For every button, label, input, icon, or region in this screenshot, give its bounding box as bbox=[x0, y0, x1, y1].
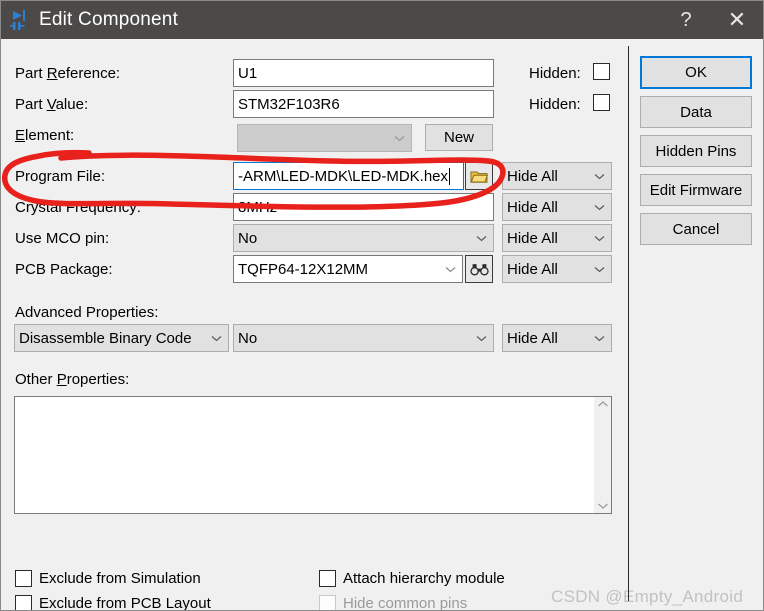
part-reference-label: Part Reference: bbox=[15, 65, 121, 82]
text-caret bbox=[449, 167, 451, 185]
chevron-down-icon bbox=[391, 125, 407, 151]
scroll-down-icon[interactable] bbox=[597, 502, 609, 510]
edit-component-dialog: Edit Component ? ✕ Part Reference: U1 Hi… bbox=[0, 0, 764, 611]
pcb-package-combo[interactable]: TQFP64-12X12MM bbox=[233, 255, 463, 283]
advanced-property-name-value: Disassemble Binary Code bbox=[19, 329, 192, 347]
chevron-down-icon bbox=[591, 163, 607, 189]
dialog-body: Part Reference: U1 Hidden: Part Value: S… bbox=[1, 39, 763, 610]
part-reference-input[interactable]: U1 bbox=[233, 59, 494, 87]
label-attach-hierarchy-module: Attach hierarchy module bbox=[343, 570, 505, 587]
checkbox-exclude-from-simulation[interactable] bbox=[15, 570, 32, 587]
title-bar: Edit Component ? ✕ bbox=[1, 1, 763, 39]
crystal-frequency-label: Crystal Frequency: bbox=[15, 199, 141, 216]
program-file-input[interactable]: -ARM\LED-MDK\LED-MDK.hex bbox=[233, 162, 464, 190]
cancel-button[interactable]: Cancel bbox=[640, 213, 752, 245]
panel-separator bbox=[628, 46, 629, 601]
folder-icon bbox=[470, 171, 488, 183]
new-element-button[interactable]: New bbox=[425, 124, 493, 151]
chevron-down-icon bbox=[208, 325, 224, 351]
ok-button[interactable]: OK bbox=[640, 56, 752, 89]
program-file-label: Program File: bbox=[15, 168, 106, 185]
other-properties-scrollbar[interactable] bbox=[594, 397, 611, 513]
use-mco-pin-hide-combo[interactable]: Hide All bbox=[502, 224, 612, 252]
binoculars-icon bbox=[469, 263, 489, 275]
program-file-value: -ARM\LED-MDK\LED-MDK.hex bbox=[238, 167, 449, 185]
crystal-frequency-hide-combo[interactable]: Hide All bbox=[502, 193, 612, 221]
use-mco-pin-value: No bbox=[238, 229, 258, 247]
label-hide-common-pins: Hide common pins bbox=[343, 595, 468, 611]
part-value-value: STM32F103R6 bbox=[238, 95, 340, 113]
scroll-up-icon[interactable] bbox=[597, 400, 609, 408]
chevron-down-icon bbox=[591, 325, 607, 351]
part-value-hidden-label: Hidden: bbox=[529, 96, 581, 113]
chevron-down-icon bbox=[591, 256, 607, 282]
program-file-hide-value: Hide All bbox=[507, 167, 558, 185]
advanced-properties-label: Advanced Properties: bbox=[15, 304, 159, 321]
element-label: Element: bbox=[15, 127, 75, 144]
advanced-properties-hide-value: Hide All bbox=[507, 329, 558, 347]
part-value-label: Part Value: bbox=[15, 96, 89, 113]
checkbox-exclude-from-pcb-layout[interactable] bbox=[15, 595, 32, 610]
part-reference-hidden-label: Hidden: bbox=[529, 65, 581, 82]
checkbox-attach-hierarchy-module[interactable] bbox=[319, 570, 336, 587]
use-mco-pin-hide-value: Hide All bbox=[507, 229, 558, 247]
crystal-frequency-value: 8MHz bbox=[238, 198, 278, 216]
advanced-property-value-combo[interactable]: No bbox=[233, 324, 494, 352]
chevron-down-icon bbox=[591, 225, 607, 251]
chevron-down-icon bbox=[442, 256, 458, 282]
pcb-package-value: TQFP64-12X12MM bbox=[238, 260, 369, 278]
part-reference-value: U1 bbox=[238, 64, 258, 82]
label-exclude-from-simulation: Exclude from Simulation bbox=[39, 570, 201, 587]
hidden-pins-button[interactable]: Hidden Pins bbox=[640, 135, 752, 167]
advanced-properties-hide-combo[interactable]: Hide All bbox=[502, 324, 612, 352]
edit-firmware-button[interactable]: Edit Firmware bbox=[640, 174, 752, 206]
part-value-hidden-checkbox[interactable] bbox=[593, 94, 610, 111]
crystal-frequency-input[interactable]: 8MHz bbox=[233, 193, 494, 221]
chevron-down-icon bbox=[473, 225, 489, 251]
pcb-package-hide-value: Hide All bbox=[507, 260, 558, 278]
part-reference-hidden-checkbox[interactable] bbox=[593, 63, 610, 80]
element-combo[interactable] bbox=[237, 124, 412, 152]
use-mco-pin-combo[interactable]: No bbox=[233, 224, 494, 252]
use-mco-pin-label: Use MCO pin: bbox=[15, 230, 110, 247]
advanced-property-value: No bbox=[238, 329, 258, 347]
watermark: CSDN @Empty_Android bbox=[551, 587, 744, 606]
chevron-down-icon bbox=[591, 194, 607, 220]
other-properties-text[interactable] bbox=[15, 397, 594, 513]
program-file-browse-button[interactable] bbox=[465, 162, 493, 190]
pcb-package-hide-combo[interactable]: Hide All bbox=[502, 255, 612, 283]
program-file-hide-combo[interactable]: Hide All bbox=[502, 162, 612, 190]
component-icon bbox=[9, 9, 31, 31]
data-button[interactable]: Data bbox=[640, 96, 752, 128]
pcb-package-label: PCB Package: bbox=[15, 261, 113, 278]
close-button[interactable]: ✕ bbox=[709, 1, 763, 39]
chevron-down-icon bbox=[473, 325, 489, 351]
pcb-package-search-button[interactable] bbox=[465, 255, 493, 283]
help-button[interactable]: ? bbox=[663, 1, 709, 39]
crystal-frequency-hide-value: Hide All bbox=[507, 198, 558, 216]
other-properties-textarea[interactable] bbox=[14, 396, 612, 514]
checkbox-hide-common-pins bbox=[319, 595, 336, 610]
part-value-input[interactable]: STM32F103R6 bbox=[233, 90, 494, 118]
advanced-property-name-combo[interactable]: Disassemble Binary Code bbox=[14, 324, 229, 352]
window-title: Edit Component bbox=[39, 9, 179, 30]
label-exclude-from-pcb-layout: Exclude from PCB Layout bbox=[39, 595, 211, 611]
other-properties-label: Other Properties: bbox=[15, 371, 130, 388]
